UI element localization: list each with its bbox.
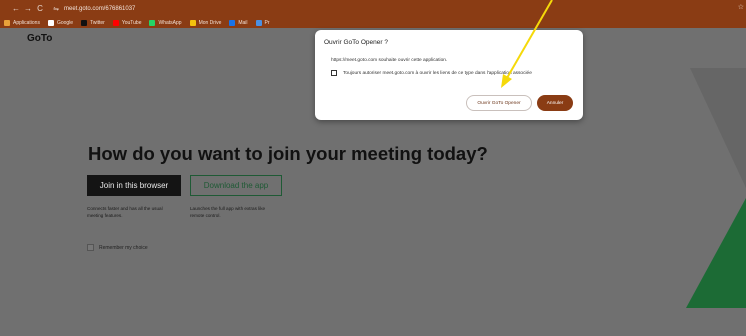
always-allow-checkbox[interactable] (331, 70, 337, 76)
browser-nav-row: ← → C ⇋ meet.goto.com/676861037 (0, 0, 746, 17)
address-bar[interactable]: meet.goto.com/676861037 (64, 6, 135, 12)
bookmark-label: Mail (238, 19, 248, 26)
join-description: Connects faster and has all the usual me… (87, 206, 163, 218)
remember-checkbox[interactable] (87, 244, 94, 251)
bookmark-item[interactable]: Mail (229, 19, 248, 26)
dialog-message: https://meet.goto.com souhaite ouvrir ce… (331, 58, 448, 63)
bookmark-favicon-icon (229, 19, 236, 26)
reload-icon[interactable]: C (34, 4, 46, 13)
bookmark-favicon-icon (4, 19, 10, 26)
bookmark-label: Twitter (90, 19, 105, 26)
back-icon[interactable]: ← (10, 4, 22, 13)
bookmark-item[interactable]: YouTube (112, 19, 142, 26)
always-allow-option[interactable]: Toujours autoriser meet.goto.com à ouvri… (331, 70, 532, 76)
bookmark-item[interactable]: WhatsApp (149, 19, 182, 26)
bookmark-label: Applications (13, 19, 40, 26)
page-title: How do you want to join your meeting tod… (88, 143, 488, 164)
bookmark-favicon-icon (81, 19, 88, 26)
remember-label: Remember my choice (99, 244, 148, 251)
bookmark-favicon-icon (255, 19, 262, 26)
bookmark-favicon-icon (47, 19, 54, 26)
bookmark-label: Mon Drive (198, 19, 222, 26)
decorative-green-shape (686, 198, 746, 308)
bookmark-label: Pr (264, 19, 270, 26)
bookmark-item[interactable]: Applications (4, 19, 40, 26)
bookmark-label: Google (56, 19, 74, 26)
decorative-shape (690, 68, 746, 188)
open-app-dialog: Ouvrir GoTo Opener ? https://meet.goto.c… (315, 30, 583, 120)
site-settings-icon[interactable]: ⇋ (50, 5, 62, 13)
always-allow-label: Toujours autoriser meet.goto.com à ouvri… (343, 70, 532, 76)
download-description: Launches the full app with extras like r… (190, 206, 266, 218)
bookmark-label: YouTube (121, 19, 142, 26)
bookmark-label: WhatsApp (158, 19, 182, 26)
bookmark-favicon-icon (189, 19, 196, 26)
forward-icon[interactable]: → (22, 4, 34, 13)
open-goto-opener-button[interactable]: Ouvrir GoTo Opener (466, 95, 532, 111)
bookmark-item[interactable]: Google (47, 19, 74, 26)
bookmark-item[interactable]: Twitter (81, 19, 105, 26)
cancel-button[interactable]: Annuler (537, 95, 573, 111)
bookmark-favicon-icon (149, 19, 156, 26)
remember-choice[interactable]: Remember my choice (87, 244, 148, 251)
download-app-button[interactable]: Download the app (190, 175, 282, 196)
browser-toolbar: ← → C ⇋ meet.goto.com/676861037 ☆ Applic… (0, 0, 746, 28)
dialog-title: Ouvrir GoTo Opener ? (324, 39, 388, 46)
bookmark-favicon-icon (112, 19, 119, 26)
bookmarks-bar: Applications Google Twitter YouTube WhatsApp… (0, 17, 746, 28)
join-in-browser-button[interactable]: Join in this browser (87, 175, 181, 196)
bookmark-item[interactable]: Mon Drive (189, 19, 222, 26)
bookmark-star-icon[interactable]: ☆ (738, 3, 744, 11)
bookmark-item[interactable]: Pr (255, 19, 270, 26)
goto-logo[interactable]: GoTo (27, 33, 52, 44)
